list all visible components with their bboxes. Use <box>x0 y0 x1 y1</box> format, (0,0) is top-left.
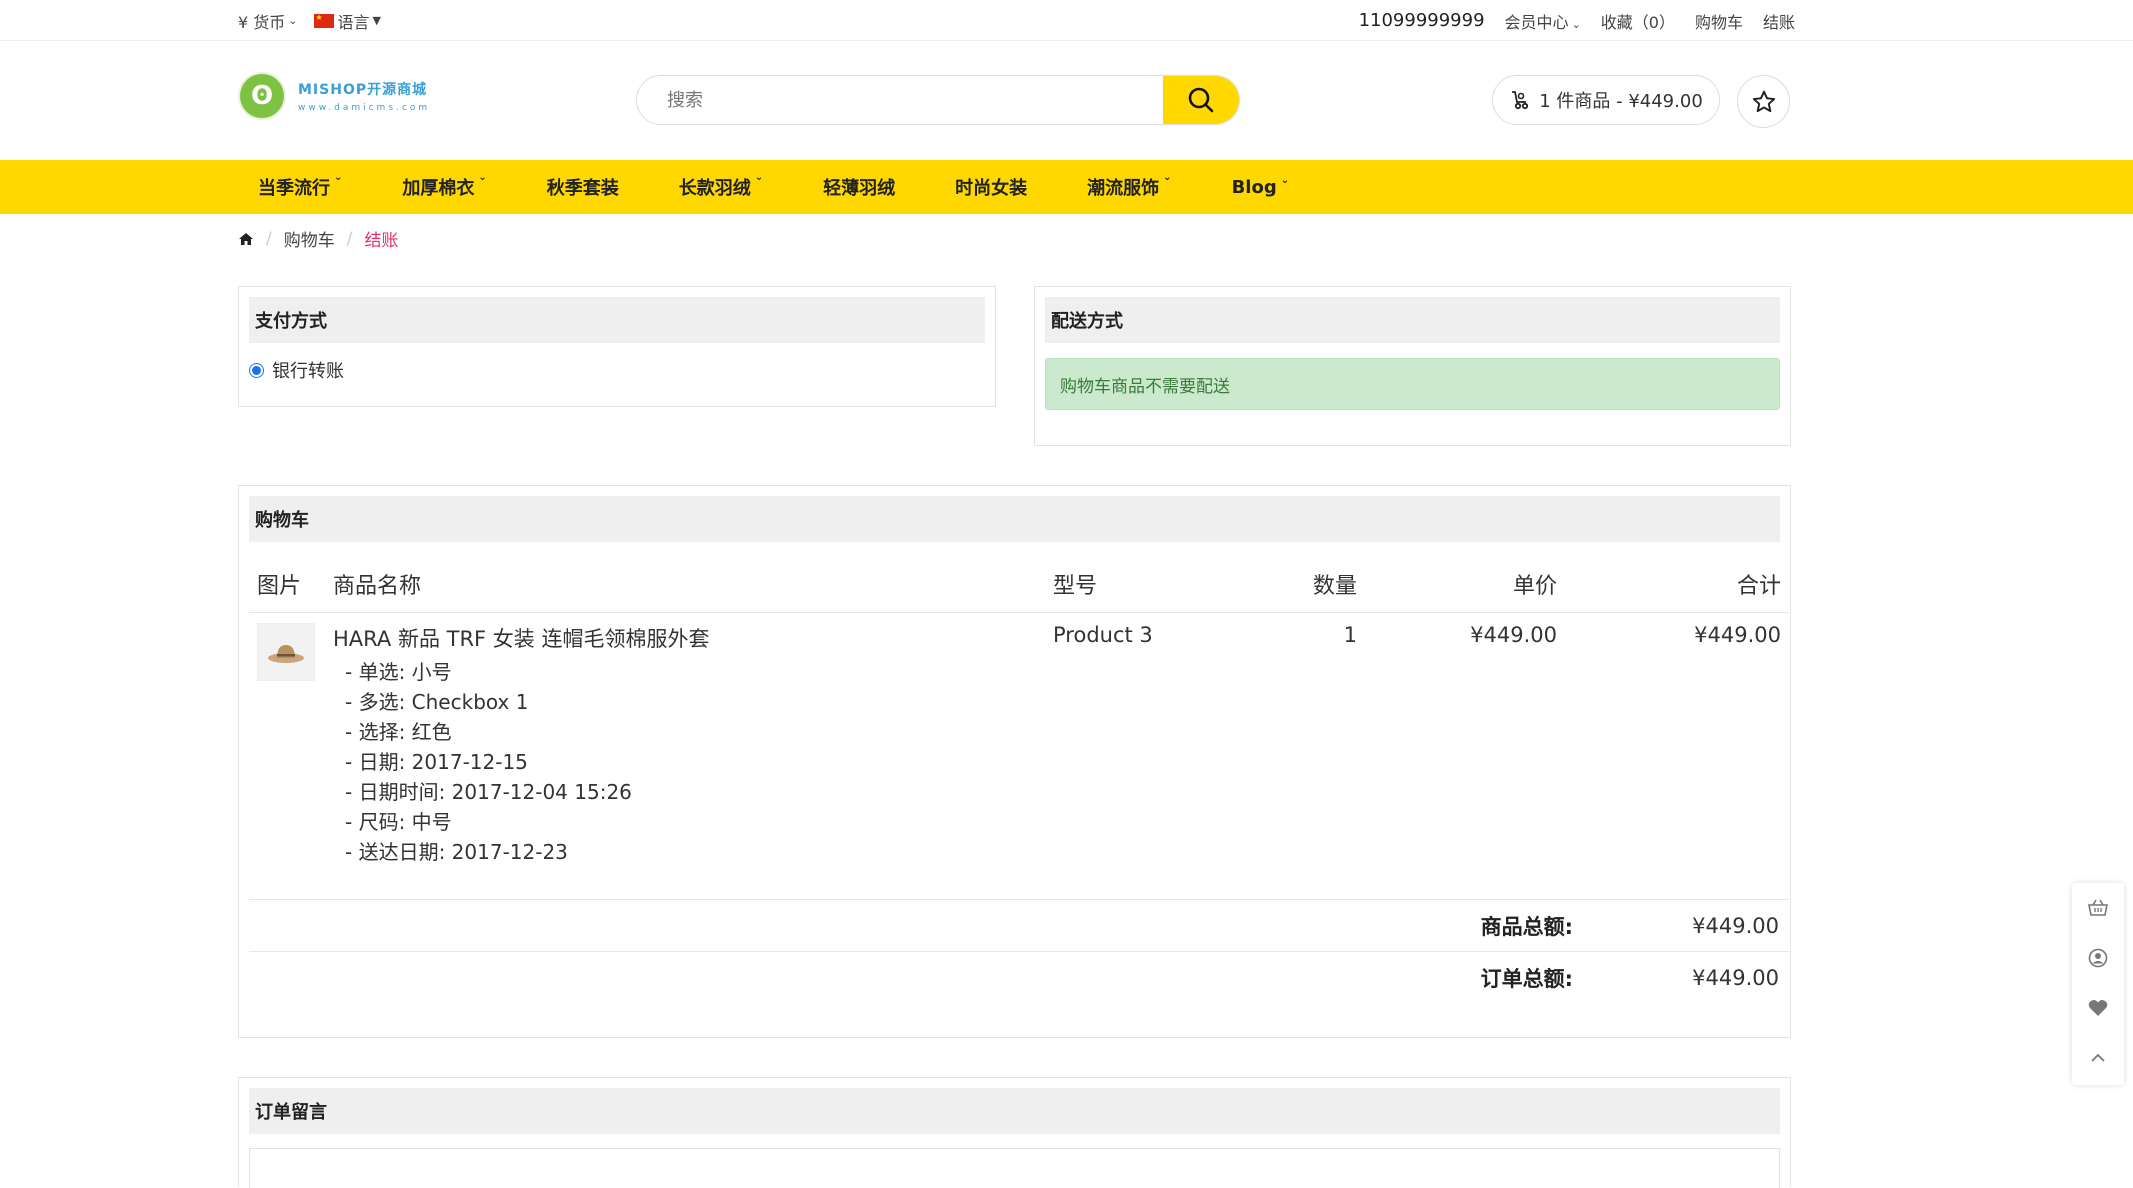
logo-url: www.damicms.com <box>298 103 431 113</box>
wishlist-link[interactable]: 收藏（0） <box>1601 9 1675 33</box>
subtotal-label: 商品总额: <box>1480 914 1573 939</box>
list-item: - 尺码: 中号 <box>345 809 452 834</box>
nav-item-light-down[interactable]: 轻薄羽绒 <box>823 174 895 200</box>
col-name: 商品名称 <box>325 556 1045 613</box>
heart-icon <box>2088 1000 2108 1016</box>
col-total: 合计 <box>1565 556 1789 613</box>
chevron-down-icon: ⌄ <box>1163 172 1172 183</box>
china-flag-icon <box>313 13 334 28</box>
caret-down-icon: ▼ <box>372 14 381 27</box>
logo-mark-icon: ʘ <box>240 74 284 118</box>
chevron-down-icon: ⌄ <box>754 172 764 183</box>
nav-item-autumn-sets[interactable]: 秋季套装 <box>547 174 619 200</box>
list-item: - 日期时间: 2017-12-04 15:26 <box>345 779 632 804</box>
back-to-top-button[interactable] <box>2072 1033 2124 1083</box>
order-comment-title: 订单留言 <box>249 1088 1780 1134</box>
currency-dropdown[interactable]: ¥ 货币 ⌄ <box>238 9 298 33</box>
cart-table: 图片 商品名称 型号 数量 单价 合计 HARA 新品 TRF 女装 连帽毛领棉… <box>249 556 1789 893</box>
product-total: ¥449.00 <box>1694 622 1781 647</box>
cart-link[interactable]: 购物车 <box>1695 9 1743 33</box>
product-name-link[interactable]: HARA 新品 TRF 女装 连帽毛领棉服外套 <box>333 623 1037 653</box>
breadcrumb-separator: / <box>346 228 353 249</box>
nav-item-padded-coats[interactable]: 加厚棉衣 ⌄ <box>402 172 487 200</box>
table-row: HARA 新品 TRF 女装 连帽毛领棉服外套 - 单选: 小号 - 多选: C… <box>249 612 1789 893</box>
phone-number: 11099999999 <box>1358 10 1485 31</box>
chevron-down-icon: ⌄ <box>288 14 298 27</box>
bank-transfer-radio[interactable] <box>249 362 264 378</box>
grand-total-row: 订单总额: ¥449.00 <box>249 951 1789 1003</box>
nav-item-blog[interactable]: Blog ⌄ <box>1232 174 1290 198</box>
subtotal-row: 商品总额: ¥449.00 <box>249 899 1789 951</box>
col-model: 型号 <box>1045 556 1245 613</box>
list-item: - 多选: Checkbox 1 <box>345 689 529 714</box>
chevron-down-icon: ⌄ <box>1280 174 1290 186</box>
col-image: 图片 <box>249 556 325 613</box>
chevron-up-icon <box>2091 1053 2105 1062</box>
member-center-dropdown[interactable]: 会员中心 ⌄ <box>1505 9 1581 33</box>
cart-icon <box>1512 91 1529 110</box>
col-price: 单价 <box>1365 556 1565 613</box>
chevron-down-icon: ⌄ <box>1571 17 1581 31</box>
favorites-button[interactable] <box>1737 75 1790 128</box>
product-options: - 单选: 小号 - 多选: Checkbox 1 - 选择: 红色 - 日期:… <box>333 657 1037 867</box>
side-account-button[interactable] <box>2072 933 2124 983</box>
payment-method-panel: 支付方式 银行转账 <box>238 286 996 407</box>
chevron-down-icon: ⌄ <box>334 172 343 183</box>
list-item: - 送达日期: 2017-12-23 <box>345 839 568 864</box>
user-circle-icon <box>2088 948 2108 968</box>
subtotal-value: ¥449.00 <box>1692 913 1779 938</box>
search-bar <box>636 75 1240 125</box>
order-comment-panel: 订单留言 <box>238 1077 1791 1188</box>
search-icon <box>1188 87 1214 113</box>
star-icon <box>1752 90 1775 112</box>
product-model: Product 3 <box>1053 622 1153 647</box>
search-input[interactable] <box>637 76 1163 124</box>
shipping-method-panel: 配送方式 购物车商品不需要配送 <box>1034 286 1791 446</box>
search-button[interactable] <box>1163 76 1239 124</box>
grand-total-label: 订单总额: <box>1480 966 1573 991</box>
payment-method-title: 支付方式 <box>249 297 985 343</box>
main-nav: 当季流行 ⌄ 加厚棉衣 ⌄ 秋季套装 长款羽绒 ⌄ 轻薄羽绒 时尚女装 潮流服饰 ⌄ B… <box>0 160 2133 214</box>
list-item: - 选择: 红色 <box>345 719 452 744</box>
checkout-link[interactable]: 结账 <box>1763 9 1795 33</box>
cart-summary: 1 件商品 - ¥449.00 <box>1539 91 1703 112</box>
shipping-method-title: 配送方式 <box>1045 297 1780 343</box>
nav-item-seasonal[interactable]: 当季流行 ⌄ <box>258 172 343 200</box>
breadcrumb-separator: / <box>266 228 272 249</box>
breadcrumb-cart[interactable]: 购物车 <box>284 226 335 251</box>
hat-icon <box>268 644 304 663</box>
side-cart-button[interactable] <box>2072 883 2124 933</box>
list-item: - 日期: 2017-12-15 <box>345 749 528 774</box>
col-qty: 数量 <box>1245 556 1365 613</box>
side-wishlist-button[interactable] <box>2072 983 2124 1033</box>
nav-item-long-down[interactable]: 长款羽绒 ⌄ <box>679 172 764 200</box>
language-dropdown[interactable]: 语言▼ <box>313 9 381 33</box>
basket-icon <box>2088 899 2108 916</box>
nav-item-trendy[interactable]: 潮流服饰 ⌄ <box>1087 172 1172 200</box>
top-bar: ¥ 货币⌄ 语言▼ 11099999999 会员中心⌄ 收藏（0） 购物车 结账 <box>0 0 2133 41</box>
side-toolbar <box>2072 883 2124 1085</box>
grand-total-value: ¥449.00 <box>1692 965 1779 990</box>
logo-title: MISHOP开源商城 <box>298 82 428 98</box>
product-qty: 1 <box>1343 622 1357 647</box>
product-price: ¥449.00 <box>1470 622 1557 647</box>
cart-title: 购物车 <box>249 496 1780 542</box>
payment-option-bank-transfer[interactable]: 银行转账 <box>249 357 344 383</box>
home-icon[interactable] <box>238 231 254 247</box>
site-logo[interactable]: ʘ MISHOP开源商城 www.damicms.com <box>240 74 430 118</box>
list-item: - 单选: 小号 <box>345 659 452 684</box>
cart-panel: 购物车 图片 商品名称 型号 数量 单价 合计 HARA 新品 TRF 女装 连… <box>238 485 1791 1038</box>
product-thumbnail[interactable] <box>257 622 315 681</box>
chevron-down-icon: ⌄ <box>478 172 487 183</box>
breadcrumb-current[interactable]: 结账 <box>364 226 398 251</box>
shipping-notice: 购物车商品不需要配送 <box>1045 358 1780 410</box>
nav-item-womens-fashion[interactable]: 时尚女装 <box>955 174 1027 200</box>
header-cart-button[interactable]: 1 件商品 - ¥449.00 <box>1492 75 1720 125</box>
order-comment-textarea[interactable] <box>249 1148 1780 1188</box>
breadcrumb: / 购物车 / 结账 <box>238 226 398 251</box>
cart-table-header: 图片 商品名称 型号 数量 单价 合计 <box>249 556 1789 613</box>
